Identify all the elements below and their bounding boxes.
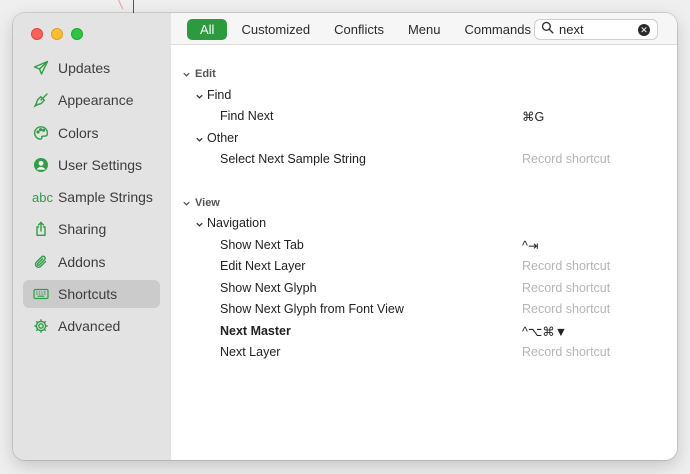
sidebar-item-appearance[interactable]: Appearance <box>23 86 160 114</box>
shortcut-row[interactable]: Next Master ^⌥⌘▼ <box>171 321 677 343</box>
abc-icon: abc <box>32 189 53 205</box>
shortcut-row[interactable]: Next Layer Record shortcut <box>171 342 677 364</box>
chevron-down-icon[interactable] <box>195 133 204 147</box>
chevron-down-icon[interactable] <box>182 197 191 211</box>
shortcut-row[interactable]: Edit Next Layer Record shortcut <box>171 256 677 278</box>
record-shortcut-field[interactable]: Record shortcut <box>522 259 610 273</box>
shortcut-key[interactable]: ⌘G <box>522 109 544 124</box>
sidebar-item-addons[interactable]: Addons <box>23 248 160 276</box>
sidebar-item-shortcuts[interactable]: Shortcuts <box>23 280 160 309</box>
sidebar-item-label: Sharing <box>58 221 107 238</box>
close-window-button[interactable] <box>31 28 43 40</box>
shortcut-key[interactable]: ^⇥ <box>522 238 538 253</box>
zoom-window-button[interactable] <box>71 28 83 40</box>
command-label: Find Next <box>220 109 274 123</box>
search-icon <box>541 21 554 39</box>
sidebar-item-label: Colors <box>58 124 99 141</box>
shortcut-row[interactable]: Select Next Sample String Record shortcu… <box>171 149 677 171</box>
minimize-window-button[interactable] <box>51 28 63 40</box>
palette-icon <box>32 124 50 142</box>
sidebar-item-user-settings[interactable]: User Settings <box>23 151 160 179</box>
sidebar: Updates Appearance Colors User Settings <box>13 13 171 460</box>
shortcut-row[interactable]: Find Next ⌘G <box>171 106 677 128</box>
command-label: Show Next Glyph <box>220 280 317 295</box>
group-title: View <box>195 196 220 209</box>
sidebar-nav: Updates Appearance Colors User Settings <box>23 54 160 345</box>
tab-all[interactable]: All <box>187 19 228 40</box>
search-input[interactable] <box>559 22 639 37</box>
record-shortcut-field[interactable]: Record shortcut <box>522 345 610 359</box>
sidebar-item-advanced[interactable]: Advanced <box>23 312 160 340</box>
shortcut-row[interactable]: Show Next Tab ^⇥ <box>171 235 677 257</box>
group-edit[interactable]: Edit <box>171 63 677 85</box>
shortcut-key[interactable]: ^⌥⌘▼ <box>522 324 567 339</box>
chevron-down-icon[interactable] <box>195 218 204 232</box>
subgroup-other[interactable]: Other <box>171 128 677 150</box>
command-label: Show Next Tab <box>220 237 304 252</box>
main-panel: All Customized Conflicts Menu Commands ✕… <box>171 13 677 460</box>
filter-tabs: All Customized Conflicts Menu Commands <box>187 19 545 40</box>
tab-menu[interactable]: Menu <box>398 19 451 40</box>
sidebar-item-label: Advanced <box>58 318 121 335</box>
record-shortcut-field[interactable]: Record shortcut <box>522 152 610 166</box>
gear-icon <box>32 317 50 335</box>
share-icon <box>32 220 50 238</box>
sidebar-item-sharing[interactable]: Sharing <box>23 215 160 243</box>
record-shortcut-field[interactable]: Record shortcut <box>522 302 610 316</box>
command-label: Next Layer <box>220 345 281 359</box>
paintbrush-icon <box>32 91 50 109</box>
shortcut-row[interactable]: Show Next Glyph Record shortcut <box>171 278 677 300</box>
shortcut-row[interactable]: Show Next Glyph from Font View Record sh… <box>171 299 677 321</box>
group-view[interactable]: View <box>171 192 677 214</box>
sidebar-item-label: Shortcuts <box>58 286 118 303</box>
sidebar-item-label: Addons <box>58 253 106 270</box>
user-circle-icon <box>32 156 50 174</box>
command-label: Next Master <box>220 323 291 338</box>
subgroup-navigation[interactable]: Navigation <box>171 213 677 235</box>
command-label: Edit Next Layer <box>220 259 306 273</box>
shortcut-list: Edit Find Find Next ⌘G Other Select Next… <box>171 63 677 364</box>
sidebar-item-sample-strings[interactable]: abc Sample Strings <box>23 183 160 211</box>
filter-toolbar: All Customized Conflicts Menu Commands ✕ <box>171 13 677 45</box>
keyboard-icon <box>32 285 50 303</box>
sidebar-item-label: User Settings <box>58 156 143 173</box>
sidebar-item-label: Updates <box>58 60 111 76</box>
background-red-line <box>118 0 124 10</box>
subgroup-find[interactable]: Find <box>171 85 677 107</box>
subgroup-title: Find <box>207 87 232 102</box>
search-field[interactable]: ✕ <box>534 19 658 40</box>
tab-commands[interactable]: Commands <box>454 19 540 40</box>
record-shortcut-field[interactable]: Record shortcut <box>522 281 610 295</box>
paper-plane-icon <box>32 59 50 77</box>
tab-customized[interactable]: Customized <box>231 19 320 40</box>
command-label: Show Next Glyph from Font View <box>220 302 404 316</box>
chevron-down-icon[interactable] <box>195 90 204 104</box>
tab-conflicts[interactable]: Conflicts <box>324 19 394 40</box>
clear-search-icon[interactable]: ✕ <box>638 24 650 36</box>
preferences-window: Updates Appearance Colors User Settings <box>13 13 677 460</box>
sidebar-item-updates[interactable]: Updates <box>23 54 160 82</box>
sidebar-item-label: Appearance <box>58 92 134 109</box>
group-title: Edit <box>195 68 216 80</box>
sidebar-item-colors[interactable]: Colors <box>23 119 160 147</box>
chevron-down-icon[interactable] <box>182 68 191 82</box>
subgroup-title: Other <box>207 130 239 145</box>
window-controls <box>31 28 83 40</box>
subgroup-title: Navigation <box>207 216 267 230</box>
paperclip-icon <box>32 253 50 271</box>
sidebar-item-label: Sample Strings <box>57 189 153 206</box>
command-label: Select Next Sample String <box>220 152 366 166</box>
